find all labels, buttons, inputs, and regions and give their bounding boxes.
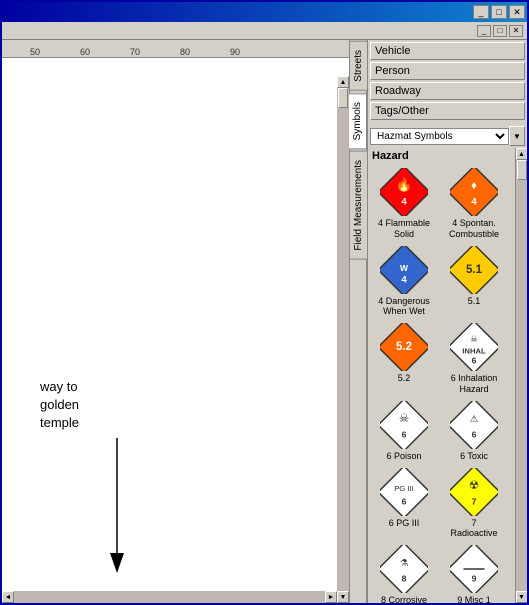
svg-text:6: 6 — [402, 429, 407, 439]
tab-field-measurements[interactable]: Field Measurements — [349, 151, 368, 260]
svg-text:7: 7 — [472, 496, 477, 506]
hazard-label: Hazard — [368, 148, 515, 164]
main-window: _ □ ✕ _ □ ✕ 50 60 70 80 90 way to golden — [0, 0, 529, 605]
menu-close-button[interactable]: ✕ — [509, 25, 523, 37]
ruler-tick-60: 60 — [80, 47, 90, 57]
minimize-button[interactable]: _ — [473, 5, 489, 19]
scroll-track[interactable] — [337, 88, 349, 591]
canvas-area: 50 60 70 80 90 way to golden temple ▲ — [2, 40, 349, 603]
symbol-label-6-inhalation: 6 InhalationHazard — [451, 373, 498, 395]
symbol-4-dangerous-wet[interactable]: W 4 4 DangerousWhen Wet — [370, 244, 438, 320]
ruler-tick-80: 80 — [180, 47, 190, 57]
svg-text:4: 4 — [401, 274, 407, 285]
symbol-label-5-2: 5.2 — [398, 373, 411, 384]
maximize-button[interactable]: □ — [491, 5, 507, 19]
map-annotation-text: way to golden temple — [40, 378, 79, 433]
content-area: 50 60 70 80 90 way to golden temple ▲ — [2, 40, 527, 603]
symbol-4-spontan-combustible[interactable]: ♦ 4 4 Spontan.Combustible — [440, 166, 508, 242]
right-scrollbar[interactable]: ▲ ▼ — [515, 148, 527, 603]
svg-text:9: 9 — [472, 574, 477, 584]
svg-text:6: 6 — [472, 356, 477, 366]
symbols-grid: 🔥 4 4 FlammableSolid ♦ 4 — [368, 164, 515, 603]
symbol-5-2[interactable]: 5.2 5.2 — [370, 321, 438, 397]
symbol-label-4-flammable-solid: 4 FlammableSolid — [378, 218, 430, 240]
panel-scroll-thumb[interactable] — [517, 160, 527, 180]
canvas-vertical-scrollbar[interactable]: ▲ ▼ — [337, 76, 349, 603]
roadway-button[interactable]: Roadway — [370, 82, 525, 100]
symbol-label-6-pg-iii: 6 PG III — [389, 518, 420, 529]
svg-text:4: 4 — [471, 196, 477, 207]
symbol-label-8-corrosive: 8 Corrosive — [381, 595, 427, 603]
ruler-tick-70: 70 — [130, 47, 140, 57]
symbol-4-flammable-solid[interactable]: 🔥 4 4 FlammableSolid — [370, 166, 438, 242]
ruler-tick-90: 90 — [230, 47, 240, 57]
svg-text:4: 4 — [401, 196, 407, 207]
scroll-thumb[interactable] — [338, 88, 348, 108]
tab-strip: Streets Symbols Field Measurements — [349, 40, 367, 603]
right-panel: Vehicle Person Roadway Tags/Other Hazmat… — [367, 40, 527, 603]
vehicle-button[interactable]: Vehicle — [370, 42, 525, 60]
svg-text:🔥: 🔥 — [396, 176, 413, 192]
scroll-right-button[interactable]: ► — [325, 591, 337, 603]
symbol-9-misc-1[interactable]: 9 9 Misc 1 — [440, 543, 508, 603]
symbol-label-4-dangerous-wet: 4 DangerousWhen Wet — [378, 296, 430, 318]
dropdown-arrow[interactable]: ▼ — [509, 126, 525, 146]
ruler: 50 60 70 80 90 — [2, 40, 349, 58]
scroll-left-button[interactable]: ◄ — [2, 591, 14, 603]
symbol-label-7-radioactive: 7Radioactive — [450, 518, 497, 540]
svg-text:PG III: PG III — [394, 484, 414, 493]
panel-scroll-track[interactable] — [516, 160, 527, 591]
svg-text:⚠: ⚠ — [470, 414, 479, 425]
h-scroll-track[interactable] — [14, 591, 325, 603]
titlebar: _ □ ✕ — [2, 2, 527, 22]
scroll-down-button[interactable]: ▼ — [337, 591, 349, 603]
panel-scroll-down-button[interactable]: ▼ — [516, 591, 528, 603]
titlebar-buttons: _ □ ✕ — [473, 5, 525, 19]
symbol-6-inhalation[interactable]: ☠ INHAL 6 6 InhalationHazard — [440, 321, 508, 397]
ruler-tick-50: 50 — [30, 47, 40, 57]
scroll-up-button[interactable]: ▲ — [337, 76, 349, 88]
menubar: _ □ ✕ — [2, 22, 527, 40]
symbol-label-5-1: 5.1 — [468, 296, 481, 307]
symbol-8-corrosive[interactable]: ⚗ 8 8 Corrosive — [370, 543, 438, 603]
svg-text:♦: ♦ — [471, 180, 477, 192]
dropdown-row: Hazmat Symbols ▼ — [368, 124, 527, 148]
svg-text:8: 8 — [402, 574, 407, 584]
svg-text:6: 6 — [402, 496, 407, 506]
panel-scroll-up-button[interactable]: ▲ — [516, 148, 528, 160]
symbol-7-radioactive[interactable]: ☢ 7 7Radioactive — [440, 466, 508, 542]
symbol-5-1[interactable]: 5.1 5.1 — [440, 244, 508, 320]
svg-text:5.1: 5.1 — [466, 263, 483, 275]
symbol-6-poison[interactable]: ☠ 6 6 Poison — [370, 399, 438, 464]
tab-streets[interactable]: Streets — [349, 41, 368, 91]
symbol-6-pg-iii[interactable]: PG III 6 6 PG III — [370, 466, 438, 542]
svg-text:W: W — [400, 263, 409, 273]
symbol-label-6-poison: 6 Poison — [386, 451, 421, 462]
svg-text:☢: ☢ — [469, 480, 479, 492]
svg-text:6: 6 — [472, 429, 477, 439]
symbol-6-toxic[interactable]: ⚠ 6 6 Toxic — [440, 399, 508, 464]
canvas-horizontal-scrollbar[interactable]: ◄ ► — [2, 591, 337, 603]
close-button[interactable]: ✕ — [509, 5, 525, 19]
category-buttons: Vehicle Person Roadway Tags/Other — [368, 40, 527, 124]
map-arrow — [107, 438, 127, 578]
menu-restore-button[interactable]: □ — [493, 25, 507, 37]
svg-text:☠: ☠ — [470, 334, 478, 344]
tab-symbols[interactable]: Symbols — [349, 93, 367, 149]
symbol-label-4-spontan-combustible: 4 Spontan.Combustible — [449, 218, 499, 240]
hazmat-dropdown[interactable]: Hazmat Symbols — [370, 128, 509, 145]
map-canvas[interactable]: way to golden temple ▲ ▼ ◄ — [2, 58, 349, 603]
symbol-label-6-toxic: 6 Toxic — [460, 451, 488, 462]
svg-text:☠: ☠ — [399, 413, 410, 425]
svg-text:⚗: ⚗ — [400, 558, 409, 569]
person-button[interactable]: Person — [370, 62, 525, 80]
tags-other-button[interactable]: Tags/Other — [370, 102, 525, 120]
svg-text:5.2: 5.2 — [396, 341, 412, 353]
symbol-label-9-misc-1: 9 Misc 1 — [457, 595, 491, 603]
menubar-buttons: _ □ ✕ — [477, 25, 523, 37]
menu-minimize-button[interactable]: _ — [477, 25, 491, 37]
